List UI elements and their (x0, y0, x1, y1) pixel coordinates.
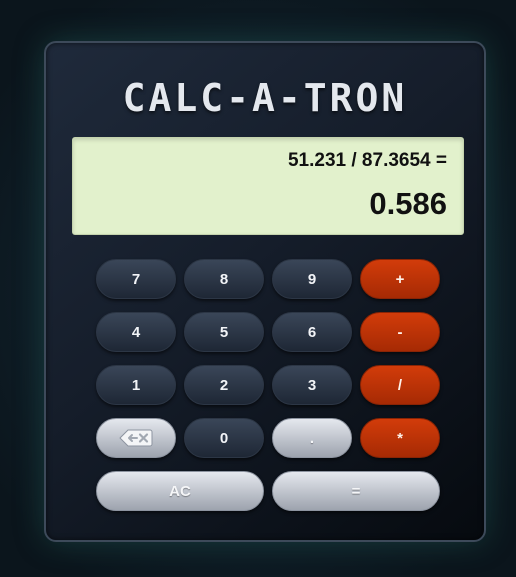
subtract-button[interactable]: - (360, 312, 440, 352)
key-3[interactable]: 3 (272, 365, 352, 405)
display-expression: 51.231 / 87.3654 = (287, 150, 447, 171)
key-6[interactable]: 6 (272, 312, 352, 352)
key-8[interactable]: 8 (184, 259, 264, 299)
display-screen: 51.231 / 87.3654 = 0.586 (72, 137, 464, 235)
key-2[interactable]: 2 (184, 365, 264, 405)
clear-button[interactable]: AC (96, 471, 264, 511)
backspace-icon (119, 429, 153, 447)
divide-button[interactable]: / (360, 365, 440, 405)
key-1[interactable]: 1 (96, 365, 176, 405)
key-5[interactable]: 5 (184, 312, 264, 352)
display-result: 0.586 (369, 186, 447, 221)
key-7[interactable]: 7 (96, 259, 176, 299)
calculator-body: CALC-A-TRON 51.231 / 87.3654 = 0.586 7 8… (44, 41, 486, 542)
add-button[interactable]: + (360, 259, 440, 299)
backspace-button[interactable] (96, 418, 176, 458)
app-title: CALC-A-TRON (122, 76, 408, 120)
key-0[interactable]: 0 (184, 418, 264, 458)
key-9[interactable]: 9 (272, 259, 352, 299)
equals-button[interactable]: = (272, 471, 440, 511)
multiply-button[interactable]: * (360, 418, 440, 458)
key-4[interactable]: 4 (96, 312, 176, 352)
decimal-button[interactable]: . (272, 418, 352, 458)
